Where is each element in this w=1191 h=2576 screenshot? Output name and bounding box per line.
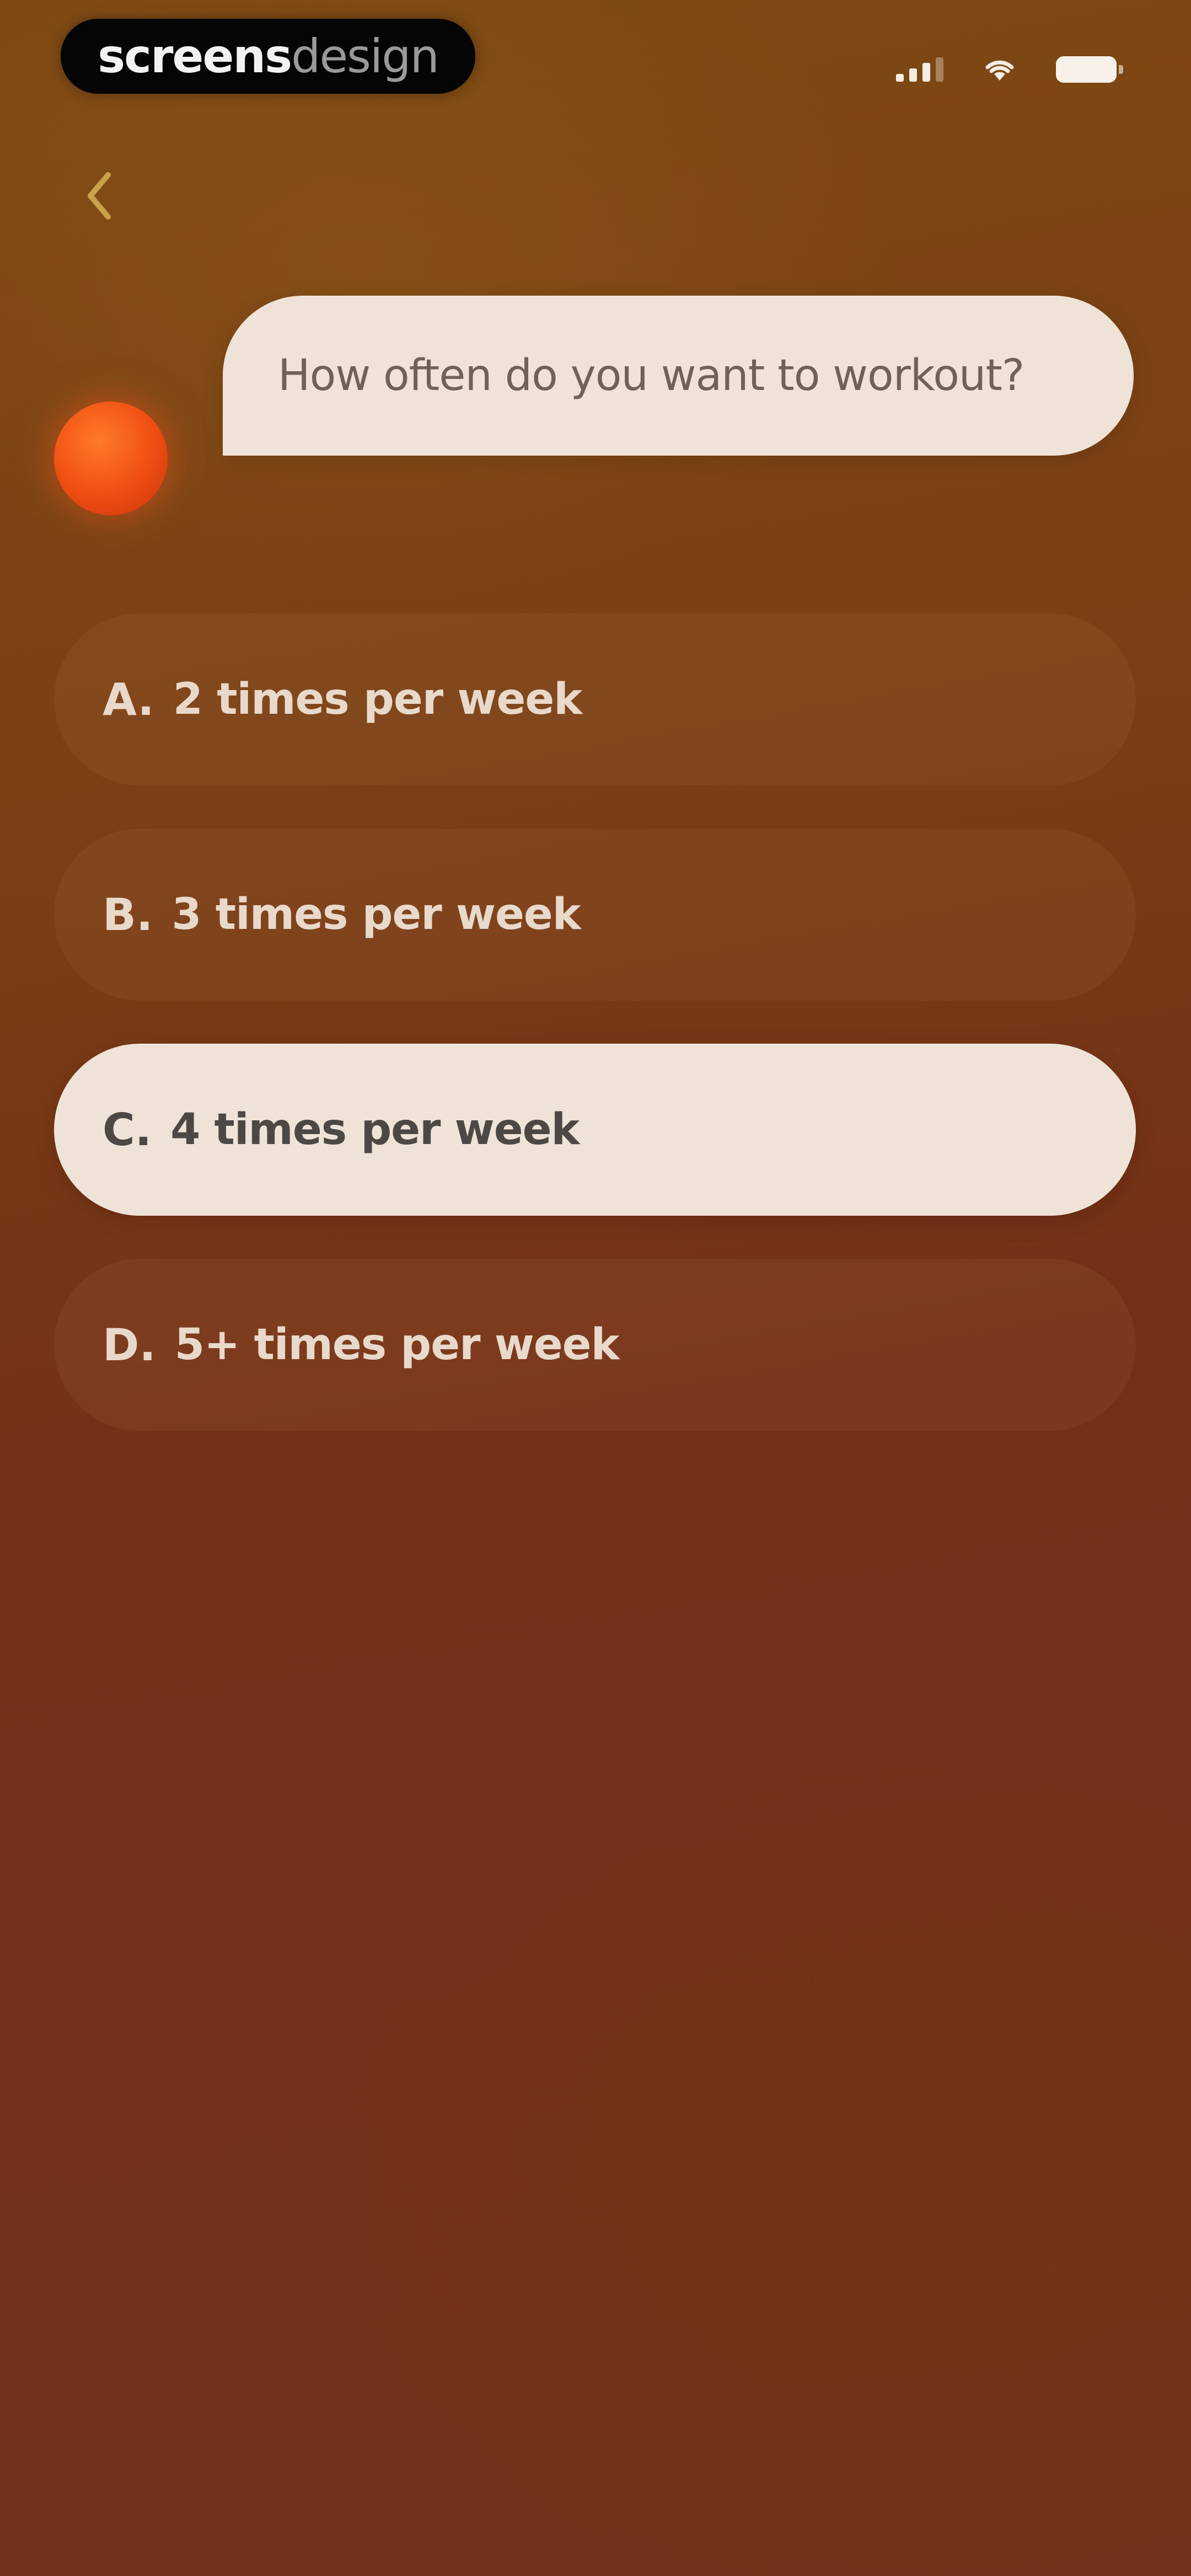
status-bar: screens design bbox=[0, 0, 1191, 121]
wifi-icon bbox=[985, 60, 1014, 81]
brand-logo: screens design bbox=[61, 19, 475, 94]
question-bubble: How often do you want to workout? bbox=[223, 296, 1134, 456]
answer-options: A. 2 times per week B. 3 times per week … bbox=[54, 613, 1136, 1474]
battery-icon bbox=[1056, 56, 1123, 83]
option-label: 3 times per week bbox=[171, 890, 581, 939]
status-icons bbox=[896, 53, 1123, 86]
assistant-avatar bbox=[54, 402, 168, 515]
quiz-screen: screens design How often do you want to w… bbox=[0, 0, 1191, 2576]
chevron-left-icon bbox=[88, 172, 111, 220]
back-button[interactable] bbox=[77, 165, 121, 226]
option-label: 2 times per week bbox=[173, 675, 582, 724]
option-letter: B. bbox=[103, 889, 153, 940]
option-letter: A. bbox=[103, 674, 154, 725]
option-label: 4 times per week bbox=[170, 1105, 580, 1155]
question-text: How often do you want to workout? bbox=[278, 351, 1024, 400]
cellular-signal-icon bbox=[896, 57, 943, 82]
brand-logo-light: design bbox=[291, 29, 439, 83]
option-letter: C. bbox=[103, 1104, 152, 1156]
option-d[interactable]: D. 5+ times per week bbox=[54, 1259, 1136, 1431]
option-a[interactable]: A. 2 times per week bbox=[54, 613, 1136, 785]
option-b[interactable]: B. 3 times per week bbox=[54, 829, 1136, 1001]
option-label: 5+ times per week bbox=[174, 1320, 620, 1370]
brand-logo-bold: screens bbox=[98, 29, 292, 83]
option-letter: D. bbox=[103, 1319, 156, 1371]
option-c[interactable]: C. 4 times per week bbox=[54, 1044, 1136, 1216]
